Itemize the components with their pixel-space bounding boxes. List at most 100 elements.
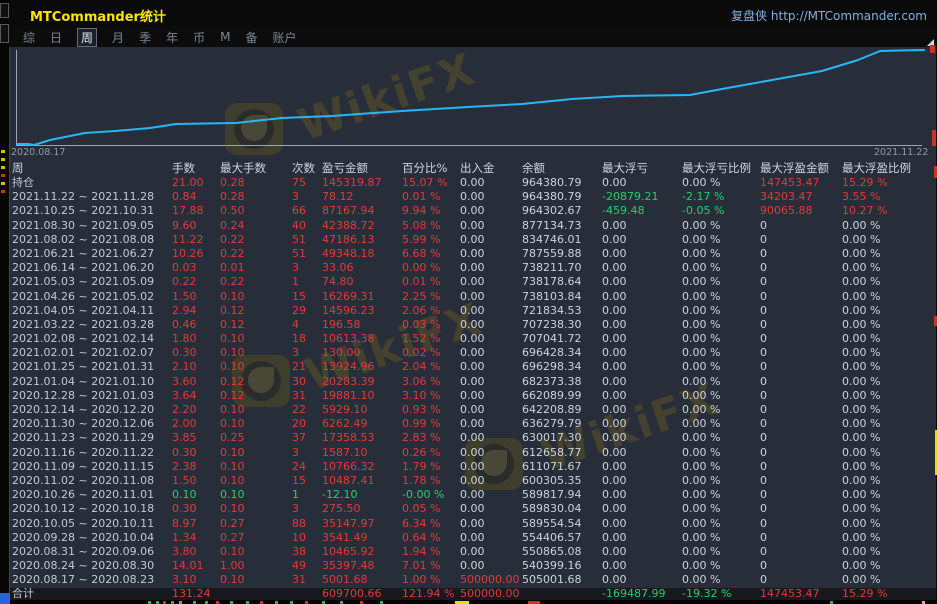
row-cell: 0.00 % [682,431,760,445]
row-cell: 721834.53 [522,304,602,318]
table-row[interactable]: 2021.04.05 ~ 2021.04.112.940.122914596.2… [10,304,936,318]
background-artifact [1,174,5,177]
table-row[interactable]: 2021.03.22 ~ 2021.03.280.460.124196.580.… [10,318,936,332]
table-row[interactable]: 2020.10.26 ~ 2020.11.010.100.101-12.10-0… [10,488,936,502]
table-row[interactable]: 2020.10.05 ~ 2020.10.118.970.278835147.9… [10,517,936,531]
row-cell: 0.00 [460,176,522,190]
row-cell: 275.50 [322,502,402,516]
table-row[interactable]: 2020.12.14 ~ 2020.12.202.200.10225929.10… [10,403,936,417]
menu-item-6[interactable]: 年 [166,29,178,46]
row-cell: 5.08 % [402,219,460,233]
menu-item-4[interactable]: 月 [112,29,124,46]
row-cell: 0.28 [220,190,292,204]
menu-item-7[interactable]: 币 [193,29,205,46]
table-row[interactable]: 持仓21.000.2875145319.8715.07 %0.00964380.… [10,176,936,190]
table-row[interactable]: 2021.08.30 ~ 2021.09.059.600.244042388.7… [10,219,936,233]
row-cell: 0 [760,488,842,502]
row-cell: 66 [292,204,322,218]
table-row[interactable]: 2020.09.28 ~ 2020.10.041.340.27103541.49… [10,531,936,545]
table-row[interactable]: 2021.01.04 ~ 2021.01.103.600.123020283.3… [10,375,936,389]
table-row[interactable]: 2021.01.25 ~ 2021.01.312.100.102113924.9… [10,360,936,374]
column-header: 盈亏金额 [322,161,402,176]
row-cell: 0.12 [220,318,292,332]
row-cell: 0.00 [602,488,682,502]
row-cell: 0.50 [220,204,292,218]
row-cell: 0.25 [220,431,292,445]
table-row[interactable]: 2020.11.02 ~ 2020.11.081.500.101510487.4… [10,474,936,488]
row-cell: 15.07 % [402,176,460,190]
table-row[interactable]: 2020.12.28 ~ 2021.01.033.640.123119881.1… [10,389,936,403]
menu-item-9[interactable]: 备 [245,29,257,46]
row-cell: 0.22 [220,247,292,261]
row-cell: 19881.10 [322,389,402,403]
menu-item-2[interactable]: 日 [50,29,62,46]
row-cell: 612658.77 [522,446,602,460]
table-row[interactable]: 2021.02.08 ~ 2021.02.141.800.101810613.3… [10,332,936,346]
row-cell: 600305.35 [522,474,602,488]
row-cell: 1.34 [172,531,220,545]
total-row[interactable]: 合计131.24609700.66121.94 %500000.00-16948… [10,588,936,601]
table-row[interactable]: 2021.06.14 ~ 2021.06.200.030.01333.060.0… [10,261,936,275]
table-row[interactable]: 2020.11.23 ~ 2020.11.293.850.253717358.5… [10,431,936,445]
table-row[interactable]: 2021.04.26 ~ 2021.05.021.500.101516269.3… [10,290,936,304]
table-row[interactable]: 2020.11.30 ~ 2020.12.062.000.10206262.49… [10,417,936,431]
row-cell: 0 [760,517,842,531]
row-cell: 0.00 [460,446,522,460]
row-cell: 130.00 [322,346,402,360]
row-cell: 34203.47 [760,190,842,204]
brand-link[interactable]: 复盘侠 http://MTCommander.com [731,7,927,24]
row-cell: 0.00 % [682,559,760,573]
table-row[interactable]: 2020.11.09 ~ 2020.11.152.380.102410766.3… [10,460,936,474]
row-cell: 2.10 [172,360,220,374]
row-cell: 0 [760,360,842,374]
mtcommander-statistics-window: MTCommander统计 复盘侠 http://MTCommander.com… [0,0,937,604]
row-period: 2021.08.30 ~ 2021.09.05 [12,219,172,233]
menu-item-10[interactable]: 账户 [272,29,296,46]
table-row[interactable]: 2020.08.24 ~ 2020.08.3014.011.004935397.… [10,559,936,573]
table-row[interactable]: 2021.02.01 ~ 2021.02.070.300.103130.000.… [10,346,936,360]
table-row[interactable]: 2020.11.16 ~ 2020.11.220.300.1031587.100… [10,446,936,460]
row-cell: 642208.89 [522,403,602,417]
row-cell: 0.84 [172,190,220,204]
row-cell: 51 [292,247,322,261]
table-row[interactable]: 2020.08.31 ~ 2020.09.063.800.103810465.9… [10,545,936,559]
row-cell: 0.00 [602,318,682,332]
menu-item-3[interactable]: 周 [77,28,97,47]
row-cell: 0.00 % [682,474,760,488]
row-cell: 74.80 [322,275,402,289]
row-cell: 14.01 [172,559,220,573]
row-cell: 0.27 [220,531,292,545]
row-cell: 738178.64 [522,275,602,289]
background-artifact [0,24,9,43]
table-row[interactable]: 2020.08.17 ~ 2020.08.233.100.10315001.68… [10,573,936,587]
menu-item-8[interactable]: M [220,30,230,44]
row-cell: 636279.79 [522,417,602,431]
row-cell: 1 [292,488,322,502]
row-cell: 0.00 % [842,219,936,233]
row-cell: 0.30 [172,346,220,360]
menu-item-5[interactable]: 季 [139,29,151,46]
background-artifact [1,158,5,161]
row-period: 2021.10.25 ~ 2021.10.31 [12,204,172,218]
row-cell: 90065.88 [760,204,842,218]
table-row[interactable]: 2020.10.12 ~ 2020.10.180.300.103275.500.… [10,502,936,516]
row-cell: 0.00 [460,190,522,204]
row-cell: 11.22 [172,233,220,247]
menu-item-1[interactable]: 综 [23,29,35,46]
row-cell: 707238.30 [522,318,602,332]
row-cell: 0.00 % [842,446,936,460]
table-row[interactable]: 2021.10.25 ~ 2021.10.3117.880.506687167.… [10,204,936,218]
table-row[interactable]: 2021.11.22 ~ 2021.11.280.840.28378.120.0… [10,190,936,204]
row-period: 2021.06.14 ~ 2021.06.20 [12,261,172,275]
background-artifact [1,190,5,193]
row-period: 2021.02.01 ~ 2021.02.07 [12,346,172,360]
row-cell: 1 [292,275,322,289]
row-cell: 0.00 % [682,290,760,304]
table-row[interactable]: 2021.08.02 ~ 2021.08.0811.220.225147186.… [10,233,936,247]
row-cell: 0.12 [220,375,292,389]
row-cell: 500000.00 [460,573,522,587]
table-row[interactable]: 2021.05.03 ~ 2021.05.090.220.22174.800.0… [10,275,936,289]
table-row[interactable]: 2021.06.21 ~ 2021.06.2710.260.225149348.… [10,247,936,261]
row-cell: 3 [292,190,322,204]
row-cell: 0.10 [220,474,292,488]
